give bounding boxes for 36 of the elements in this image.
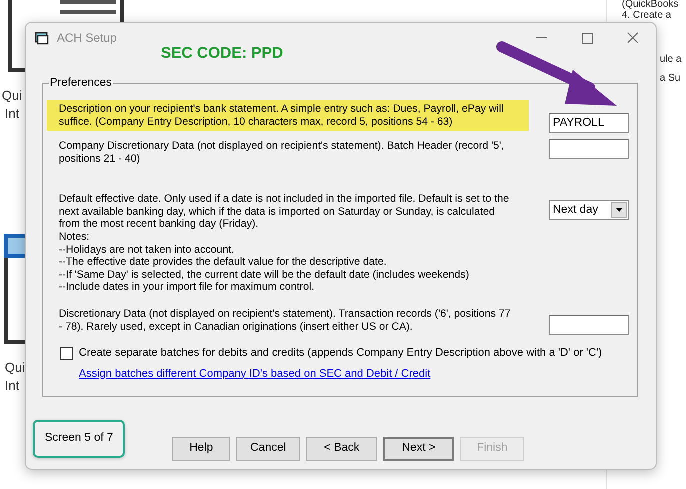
page-text: Int <box>5 379 20 392</box>
page-text: (QuickBooks <box>622 0 679 10</box>
note-line: --The effective date provides the default value for the descriptive date. <box>59 256 388 269</box>
dialog-button[interactable]: < Back <box>306 437 378 461</box>
checkbox-label: Create separate batches for debits and credits (appends Company Entry Description above with a 'D' or 'C') <box>79 346 602 362</box>
text-field[interactable] <box>549 314 629 335</box>
note-line: --If 'Same Day' is selected, the current date will be the default date (includes weekends) <box>59 268 470 282</box>
note-line: --Include dates in your import file for maximum control. <box>59 281 316 294</box>
text-field[interactable] <box>549 139 629 159</box>
dialog-button[interactable]: Next > <box>383 437 454 461</box>
page-text: Int <box>5 107 20 120</box>
page-text: ule a <box>660 55 682 65</box>
close-icon[interactable] <box>627 32 639 44</box>
note-line: Notes: <box>59 230 91 244</box>
screen-indicator: Screen 5 of 7 <box>33 420 126 458</box>
text-field[interactable]: PAYROLL <box>549 113 629 133</box>
note-line: --Holidays are not taken into account. <box>59 244 236 256</box>
page-text: Qui <box>2 89 22 102</box>
setting-description: Default effective date. Only used if a date is not included in the imported file. Default is set to the next available banking day, which if the data is imported on Saturday or Sunday, is calculated from the most recent banking day (Friday). <box>59 193 510 231</box>
checkbox[interactable] <box>60 346 73 360</box>
page-text: 4. Create a <box>622 11 672 21</box>
minimize-icon[interactable] <box>536 37 546 39</box>
dialog-button[interactable]: Cancel <box>236 437 300 461</box>
annotation-text: SEC CODE: PPD <box>161 44 284 64</box>
window-title: ACH Setup <box>57 30 118 47</box>
setting-description: Company Discretionary Data (not displayed on recipient's statement). Batch Header (record '5', positions 21 - 40) <box>59 140 506 166</box>
date-dropdown[interactable]: Next day <box>549 200 629 220</box>
dialog-button[interactable]: Help <box>172 437 230 461</box>
setting-description: Description on your recipient's bank statement. A simple entry such as: Dues, Payroll, ePay will suffice. (Company Entry Description, 10 characters max, record 5, positions 54 - 63) <box>59 103 505 128</box>
page-text: Qui <box>5 361 26 374</box>
app-icon <box>35 32 49 44</box>
dropdown-value: Next day <box>553 202 598 218</box>
setting-description: Discretionary Data (not displayed on recipient's statement). Transaction records ('6', positions 77 - 78). Rarely used, except in Canadian originations (insert either US or CA). <box>59 308 512 334</box>
maximize-icon[interactable] <box>582 32 592 44</box>
company-id-link[interactable]: Assign batches different Company ID's based on SEC and Debit / Credit <box>79 366 431 382</box>
page-text: a Su <box>660 74 681 84</box>
